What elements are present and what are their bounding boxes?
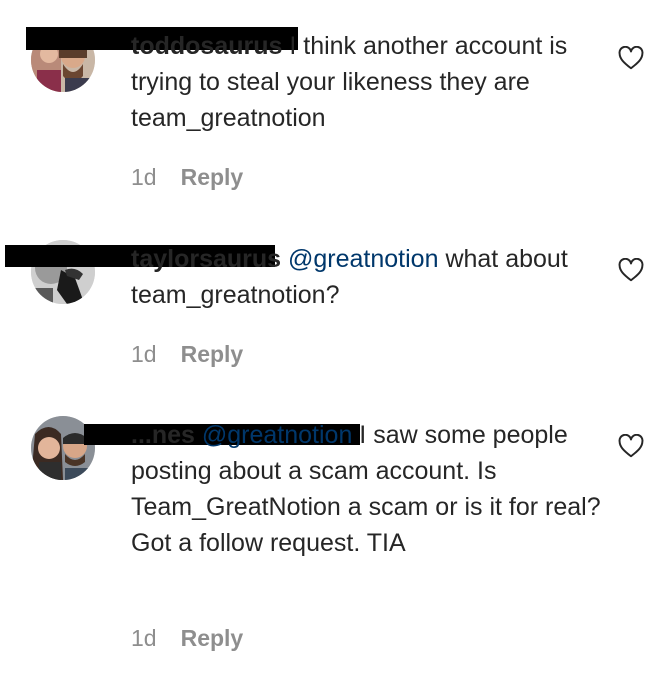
comment-meta: 1d Reply xyxy=(131,341,243,368)
comment-username[interactable]: ...nes xyxy=(131,421,195,449)
mention-link[interactable]: @greatnotion xyxy=(202,421,352,449)
comment-username[interactable]: taylorsaurus xyxy=(131,245,281,273)
mention-link[interactable]: @greatnotion xyxy=(288,245,438,273)
comment-text: toddosaurus I think another account is t… xyxy=(131,28,601,136)
comment-username[interactable]: toddosaurus xyxy=(131,32,282,60)
heart-outline-icon[interactable] xyxy=(618,258,644,282)
comment-time: 1d xyxy=(131,164,157,190)
comment-time: 1d xyxy=(131,625,157,651)
comment-meta: 1d Reply xyxy=(131,625,243,652)
heart-outline-icon[interactable] xyxy=(618,434,644,458)
reply-button[interactable]: Reply xyxy=(181,341,244,368)
comment-meta: 1d Reply xyxy=(131,164,243,191)
reply-button[interactable]: Reply xyxy=(181,164,244,191)
reply-button[interactable]: Reply xyxy=(181,625,244,652)
heart-outline-icon[interactable] xyxy=(618,46,644,70)
comment-time: 1d xyxy=(131,341,157,367)
comment-text: ...nes @greatnotion I saw some people po… xyxy=(131,417,601,561)
comment-text: taylorsaurus @greatnotion what about tea… xyxy=(131,241,601,313)
